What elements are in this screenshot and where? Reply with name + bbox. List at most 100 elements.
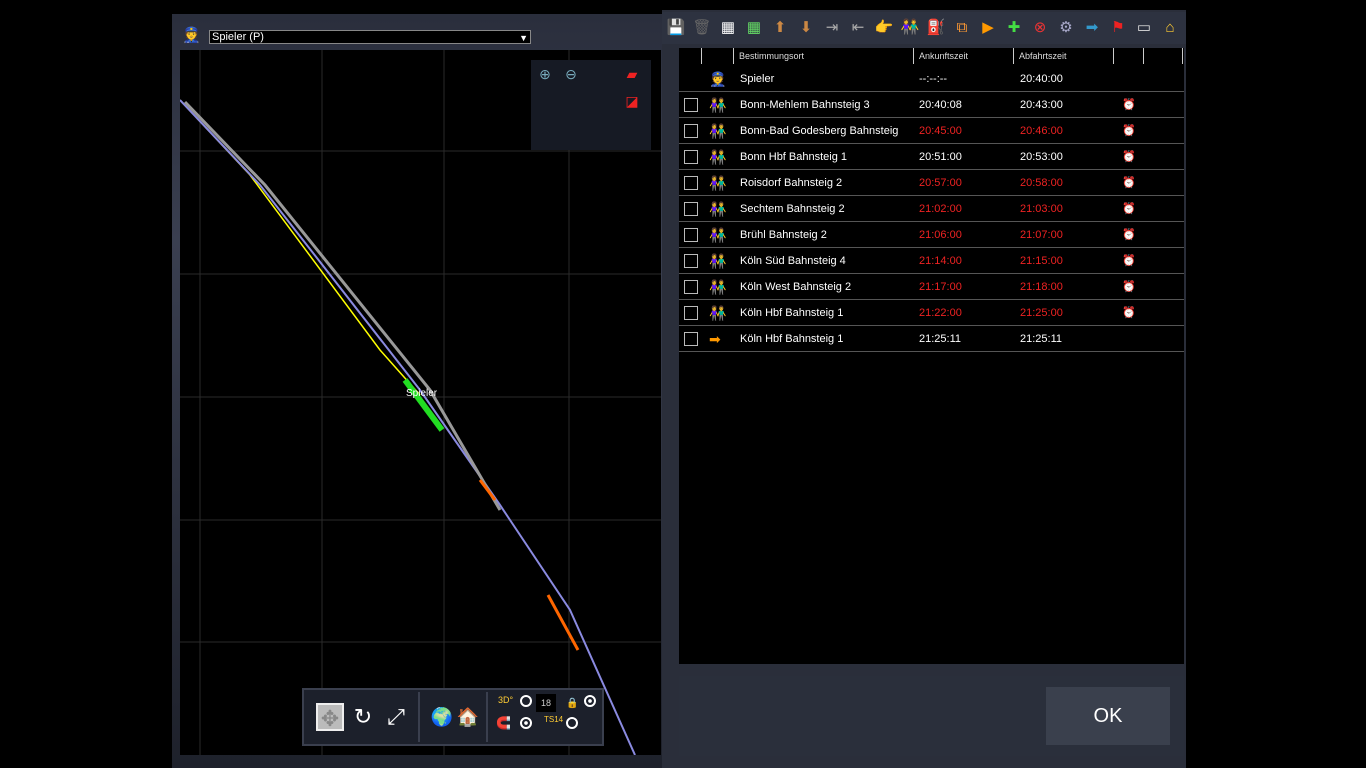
radio-3d[interactable] [520, 695, 532, 707]
rotate-icon[interactable]: ↻ [349, 703, 377, 731]
alarm-clock-icon[interactable]: ⏰ [1122, 170, 1136, 196]
alarm-clock-icon[interactable]: ⏰ [1122, 196, 1136, 222]
remove-link-icon[interactable]: ⊗ [1030, 17, 1050, 39]
row-checkbox[interactable] [684, 150, 698, 164]
view-mode-icon[interactable]: ▰ [623, 65, 641, 83]
table-row[interactable]: 👫 Bonn-Mehlem Bahnsteig 3 20:40:08 20:43:00… [679, 92, 1184, 118]
alarm-clock-icon[interactable]: ⏰ [1122, 144, 1136, 170]
table-row[interactable]: 👫 Sechtem Bahnsteig 2 21:02:00 21:03:00 ⏰ [679, 196, 1184, 222]
arrival-time: 21:02:00 [919, 203, 962, 215]
header-departure[interactable]: Abfahrtszeit [1013, 48, 1113, 64]
fit-view-icon[interactable]: ✥ [316, 703, 344, 731]
flag-icon[interactable]: ⚑ [1108, 17, 1128, 39]
passengers-icon: 👫 [709, 175, 727, 191]
add-after-icon[interactable]: ▶ [978, 17, 998, 39]
table-row[interactable]: 👫 Köln West Bahnsteig 2 21:17:00 21:18:00 ⏰ [679, 274, 1184, 300]
platform-icon[interactable]: ▭ [1134, 17, 1154, 39]
departure-time: 21:18:00 [1020, 281, 1063, 293]
insert-after-icon[interactable]: ⇤ [848, 17, 868, 39]
alarm-clock-icon[interactable]: ⏰ [1122, 92, 1136, 118]
exit-icon: ➡ [709, 331, 721, 347]
map-canvas[interactable]: Spieler [180, 50, 661, 755]
ts14-label: TS14 [544, 715, 564, 724]
timetable: Bestimmungsort Ankunftszeit Abfahrtszeit… [679, 48, 1184, 664]
destination: Roisdorf Bahnsteig 2 [740, 177, 843, 189]
arrival-time: 21:14:00 [919, 255, 962, 267]
destination: Köln West Bahnsteig 2 [740, 281, 852, 293]
move-up-icon[interactable]: ⬆ [770, 17, 790, 39]
passengers-icon: 👫 [709, 227, 727, 243]
destination: Spieler [740, 73, 775, 85]
alarm-clock-icon[interactable]: ⏰ [1122, 118, 1136, 144]
track-map[interactable]: Spieler [180, 50, 661, 755]
row-checkbox[interactable] [684, 228, 698, 242]
departure-time: 21:25:00 [1020, 307, 1063, 319]
alarm-clock-icon[interactable]: ⏰ [1122, 222, 1136, 248]
table-row[interactable]: 👫 Köln Süd Bahnsteig 4 21:14:00 21:15:00 ⏰ [679, 248, 1184, 274]
passengers-icon: 👫 [709, 123, 727, 139]
home-icon[interactable]: 🏠 [454, 703, 482, 731]
table-row[interactable]: 👮 Spieler --:--:-- 20:40:00 [679, 66, 1184, 92]
row-checkbox[interactable] [684, 202, 698, 216]
timetable-toolbar: 💾 🗑 ▦ ▦ ⬆ ⬇ ⇥ ⇤ 👉 👫 ⛽ ⧉ ▶ ✚ ⊗ ⚙ ➡ ⚑ ▭ ⌂ [662, 12, 1186, 44]
header-destination[interactable]: Bestimmungsort [733, 48, 913, 64]
row-checkbox[interactable] [684, 332, 698, 346]
departure-time: 20:40:00 [1020, 73, 1063, 85]
passengers-icon[interactable]: 👫 [900, 17, 920, 39]
row-checkbox[interactable] [684, 254, 698, 268]
radio-magnet[interactable] [520, 717, 532, 729]
row-checkbox[interactable] [684, 176, 698, 190]
table-row[interactable]: 👫 Roisdorf Bahnsteig 2 20:57:00 20:58:00 ⏰ [679, 170, 1184, 196]
arrival-time: 20:57:00 [919, 177, 962, 189]
move-down-icon[interactable]: ⬇ [796, 17, 816, 39]
add-icon[interactable]: ✚ [1004, 17, 1024, 39]
radio-ts14[interactable] [566, 717, 578, 729]
departure-time: 21:25:11 [1020, 333, 1063, 345]
row-checkbox[interactable] [684, 306, 698, 320]
arrival-time: 20:40:08 [919, 99, 962, 111]
fuel-icon[interactable]: ⛽ [926, 17, 946, 39]
departure-time: 20:58:00 [1020, 177, 1063, 189]
insert-before-icon[interactable]: ⇥ [822, 17, 842, 39]
table-row[interactable]: 👫 Bonn Hbf Bahnsteig 1 20:51:00 20:53:00 ⏰ [679, 144, 1184, 170]
passengers-icon: 👫 [709, 253, 727, 269]
alarm-clock-icon[interactable]: ⏰ [1122, 300, 1136, 326]
zoom-out-icon[interactable]: ⊖ [562, 65, 580, 83]
station-icon[interactable]: ⌂ [1160, 17, 1180, 39]
passengers-icon: 👫 [709, 201, 727, 217]
chevron-down-icon[interactable]: ▼ [519, 32, 528, 44]
row-checkbox[interactable] [684, 280, 698, 294]
table-row[interactable]: ➡ Köln Hbf Bahnsteig 1 21:25:11 21:25:11 [679, 326, 1184, 352]
alarm-clock-icon[interactable]: ⏰ [1122, 248, 1136, 274]
globe-icon[interactable]: 🌍 [428, 703, 456, 731]
table-row[interactable]: 👫 Brühl Bahnsteig 2 21:06:00 21:07:00 ⏰ [679, 222, 1184, 248]
expand-icon[interactable]: ⤢ [382, 703, 410, 731]
exit-icon[interactable]: ➡ [1082, 17, 1102, 39]
track-main [180, 99, 636, 755]
trash-icon[interactable]: 🗑 [692, 17, 712, 39]
collapse-icon[interactable]: ⧉ [952, 17, 972, 39]
radio-lock[interactable] [584, 695, 596, 707]
grid-white-icon[interactable]: ▦ [718, 17, 738, 39]
passengers-icon: 👫 [709, 97, 727, 113]
settings-doc-icon[interactable]: ⚙ [1056, 17, 1076, 39]
grid-green-icon[interactable]: ▦ [744, 17, 764, 39]
departure-time: 20:53:00 [1020, 151, 1063, 163]
zoom-in-icon[interactable]: ⊕ [536, 65, 554, 83]
destination: Köln Süd Bahnsteig 4 [740, 255, 846, 267]
arrival-time: 21:06:00 [919, 229, 962, 241]
ok-button[interactable]: OK [1046, 687, 1170, 745]
save-icon[interactable]: 💾 [666, 17, 686, 39]
table-row[interactable]: 👫 Köln Hbf Bahnsteig 1 21:22:00 21:25:00 ⏰ [679, 300, 1184, 326]
alarm-clock-icon[interactable]: ⏰ [1122, 274, 1136, 300]
track-view-icon[interactable]: ◪ [623, 92, 641, 110]
departure-time: 21:07:00 [1020, 229, 1063, 241]
player-select[interactable]: Spieler (P) ▼ [209, 30, 531, 44]
arrival-time: --:--:-- [919, 73, 948, 85]
pointing-hand-icon[interactable]: 👉 [874, 17, 894, 39]
table-row[interactable]: 👫 Bonn-Bad Godesberg Bahnsteig 20:45:00 20:… [679, 118, 1184, 144]
row-checkbox[interactable] [684, 124, 698, 138]
lock-icon: 🔒 [566, 698, 579, 709]
row-checkbox[interactable] [684, 98, 698, 112]
header-arrival[interactable]: Ankunftszeit [913, 48, 1013, 64]
